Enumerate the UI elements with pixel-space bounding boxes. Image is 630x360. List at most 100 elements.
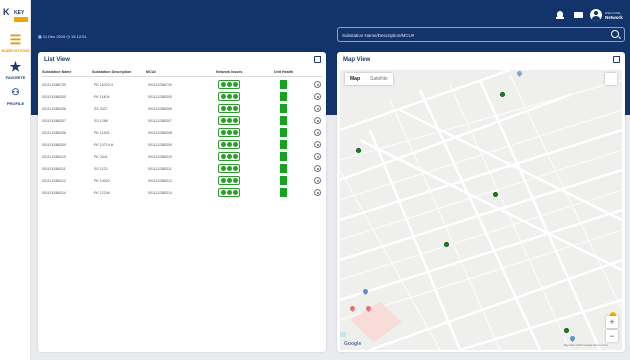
sidebar-item-substations[interactable]: ☰ SUBSTATIONS xyxy=(0,33,31,53)
cell-name: 001111SB6309 xyxy=(42,143,66,147)
unit-health-indicator xyxy=(280,92,287,101)
unit-health-indicator xyxy=(280,128,287,137)
network-issues-indicator xyxy=(218,152,240,161)
expand-icon[interactable] xyxy=(613,56,620,63)
settings-icon[interactable] xyxy=(314,165,321,172)
mail-icon[interactable] xyxy=(574,12,583,18)
unit-health-indicator xyxy=(280,176,287,185)
sidebar-item-label: PROFILE xyxy=(6,101,25,106)
cell-name: 001111SB6312 xyxy=(42,179,66,183)
app-logo[interactable]: K KEY xyxy=(3,7,29,27)
cell-mcu: 001111SB6305 xyxy=(148,95,172,99)
table-row[interactable]: 001111SB6730 PK 11003 H 001111SB6730 xyxy=(38,80,326,92)
sidebar-item-profile[interactable]: ⚇ PROFILE xyxy=(0,86,31,106)
unit-health-indicator xyxy=(280,140,287,149)
table-row[interactable]: 001111SB6306 SS 3327 001111SB6306 xyxy=(38,104,326,116)
list-view-title: List View xyxy=(44,57,70,63)
settings-icon[interactable] xyxy=(314,189,321,196)
cell-description: PK 14022 xyxy=(94,179,110,183)
clock-icon: ◷ xyxy=(66,34,70,39)
settings-icon[interactable] xyxy=(314,81,321,88)
time-text: 15:12:01 xyxy=(71,34,87,39)
cell-name: 001111SB6308 xyxy=(42,131,66,135)
top-bar xyxy=(31,0,630,30)
map-canvas[interactable]: Map Satellite + − Google Map data ©2019 … xyxy=(340,70,622,350)
column-header[interactable]: Network Issues xyxy=(216,70,242,74)
substation-marker[interactable] xyxy=(493,192,498,197)
cell-mcu: 001111SB6307 xyxy=(148,119,172,123)
date-text: 11 Dec 2019 xyxy=(42,34,66,39)
network-issues-indicator xyxy=(218,116,240,125)
sidebar-item-label: SUBSTATIONS xyxy=(1,48,30,53)
map-type-toggle: Map Satellite xyxy=(345,73,393,85)
table-row[interactable]: 001111SB6310 PK 3341 001111SB6310 xyxy=(38,152,326,164)
substation-marker[interactable] xyxy=(500,92,505,97)
unit-health-indicator xyxy=(280,188,287,197)
unit-health-indicator xyxy=(280,80,287,89)
datetime: ▦ 11 Dec 2019 ◷ 15:12:01 xyxy=(38,34,87,39)
cell-mcu: 001111SB6308 xyxy=(148,131,172,135)
cell-name: 001111SB6310 xyxy=(42,155,66,159)
profile-icon: ⚇ xyxy=(11,87,20,97)
cell-description: PK 11404 xyxy=(94,95,110,99)
header-divider xyxy=(42,76,322,77)
table-row[interactable]: 001111SB6305 PK 11404 001111SB6305 xyxy=(38,92,326,104)
cell-mcu: 001111SB6730 xyxy=(148,83,172,87)
table-row[interactable]: 001111SB6309 PK 10714 H 001111SB6309 xyxy=(38,140,326,152)
settings-icon[interactable] xyxy=(314,105,321,112)
cell-description: PK 11003 H xyxy=(94,83,114,87)
substation-marker[interactable] xyxy=(356,148,361,153)
settings-icon[interactable] xyxy=(314,153,321,160)
bell-icon[interactable] xyxy=(556,11,564,20)
table-row[interactable]: 001111SB6314 PK 12246 001111SB6314 xyxy=(38,188,326,200)
map-view-title: Map View xyxy=(343,57,371,63)
settings-icon[interactable] xyxy=(314,129,321,136)
tab-satellite[interactable]: Satellite xyxy=(365,73,393,85)
avatar[interactable] xyxy=(590,9,602,21)
google-logo: Google xyxy=(344,341,362,347)
network-issues-indicator xyxy=(218,140,240,149)
logo-name: KEY xyxy=(14,10,25,16)
network-issues-indicator xyxy=(218,188,240,197)
tab-map[interactable]: Map xyxy=(345,73,365,85)
network-issues-indicator xyxy=(218,164,240,173)
substation-marker[interactable] xyxy=(564,328,569,333)
zoom-out-button[interactable]: − xyxy=(606,330,618,342)
cell-description: PK 3341 xyxy=(94,155,108,159)
fullscreen-icon[interactable] xyxy=(605,73,617,85)
column-header[interactable]: MCU# xyxy=(146,70,156,74)
column-header[interactable]: Substation Name xyxy=(42,70,71,74)
search-input[interactable] xyxy=(342,30,602,40)
column-header[interactable]: Substation Description xyxy=(92,70,131,74)
calendar-icon: ▦ xyxy=(38,34,42,39)
zoom-in-button[interactable]: + xyxy=(606,316,618,328)
map-streets xyxy=(340,70,622,350)
list-view-panel: List View Substation Name Substation Des… xyxy=(38,52,326,352)
username: Network xyxy=(605,15,623,20)
search-icon[interactable] xyxy=(611,30,619,38)
unit-health-indicator xyxy=(280,152,287,161)
cell-name: 001111SB6314 xyxy=(42,191,66,195)
network-issues-indicator xyxy=(218,92,240,101)
table-row[interactable]: 001111SB6307 SS 1286 001111SB6307 xyxy=(38,116,326,128)
map-attribution[interactable]: Map data ©2019 Google Terms of Use xyxy=(564,344,608,347)
expand-icon[interactable] xyxy=(314,56,321,63)
settings-icon[interactable] xyxy=(314,177,321,184)
cell-description: SS 1286 xyxy=(94,119,108,123)
cell-name: 001111SB6306 xyxy=(42,107,66,111)
map-view-panel: Map View Map Satellite + − Google Map da… xyxy=(337,52,625,352)
sidebar-item-favorite[interactable]: ★ FAVORITE xyxy=(0,60,31,80)
table-row[interactable]: 001111SB6311 SS 1123 001111SB6311 xyxy=(38,164,326,176)
star-icon: ★ xyxy=(9,59,22,74)
network-issues-indicator xyxy=(218,80,240,89)
settings-icon[interactable] xyxy=(314,93,321,100)
table-row[interactable]: 001111SB6308 PK 11303 001111SB6308 xyxy=(38,128,326,140)
column-header[interactable]: Unit Health xyxy=(274,70,293,74)
search-bar xyxy=(337,27,625,42)
substation-marker[interactable] xyxy=(444,242,449,247)
cell-description: PK 10714 H xyxy=(94,143,114,147)
cell-name: 001111SB6730 xyxy=(42,83,66,87)
settings-icon[interactable] xyxy=(314,141,321,148)
settings-icon[interactable] xyxy=(314,117,321,124)
table-row[interactable]: 001111SB6312 PK 14022 001111SB6312 xyxy=(38,176,326,188)
